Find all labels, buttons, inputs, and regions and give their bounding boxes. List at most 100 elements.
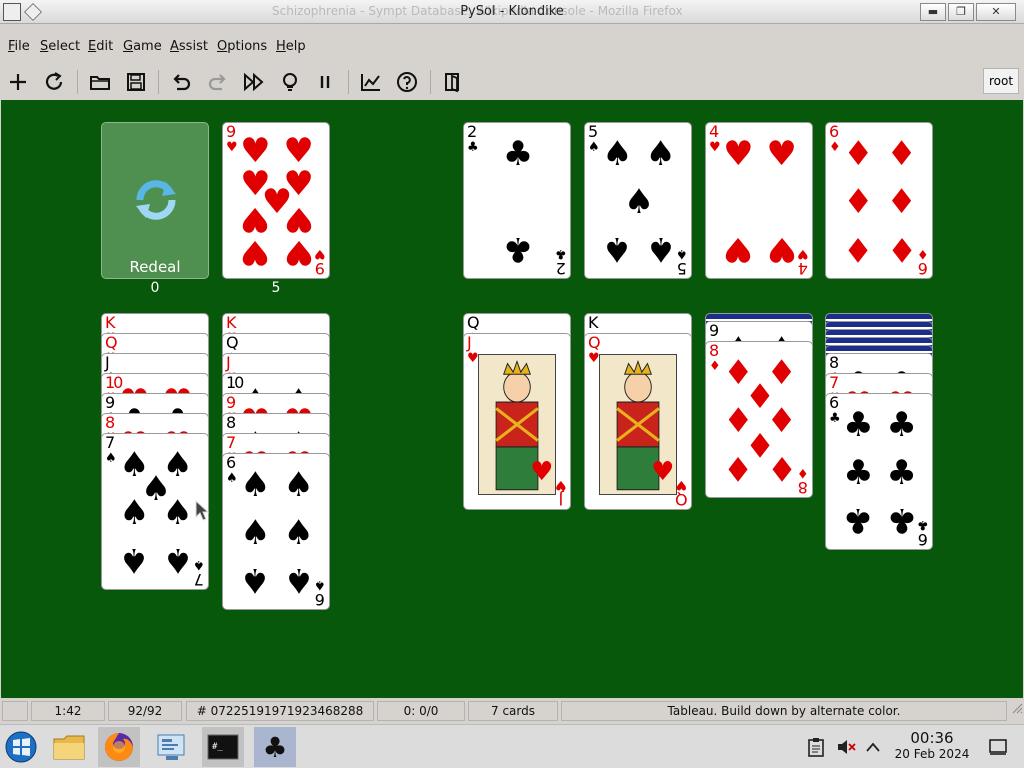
stock-redeal[interactable]: Redeal <box>101 122 209 279</box>
toolbar-separator <box>348 70 349 94</box>
control-panel-icon[interactable] <box>151 727 193 767</box>
menu-game[interactable]: Game <box>123 39 162 54</box>
waste-count: 5 <box>271 280 281 296</box>
tableau-card[interactable]: J♥♥J♥ <box>463 333 571 510</box>
tableau-card[interactable]: Q♥♥Q♥ <box>584 333 692 510</box>
status-moves: 92/92 <box>108 701 182 721</box>
pause-icon[interactable] <box>311 68 339 96</box>
terminal-icon[interactable]: #_ <box>202 727 244 767</box>
card-pip-icon: ♠ <box>162 539 193 580</box>
hint-icon[interactable] <box>276 68 304 96</box>
card-corner-bottom: 6 ♦ <box>917 246 929 278</box>
card-pip-icon: ♦ <box>886 134 917 175</box>
statistics-icon[interactable] <box>357 68 385 96</box>
card-pip-icon: ♣ <box>843 405 874 446</box>
card-corner-bottom: 8 ♦ <box>797 465 809 497</box>
card-rank: K <box>588 313 599 332</box>
player-name-button[interactable]: root <box>983 68 1019 94</box>
card-corner-bottom: 2 ♣ <box>555 246 567 278</box>
restart-icon[interactable] <box>40 68 68 96</box>
card-rank: 7 <box>105 433 116 452</box>
card-rank: 8 <box>829 353 840 372</box>
tableau-card[interactable]: 7 ♠ ♠ ♠ ♠ ♠ ♠ ♠ ♠ 7 ♠ <box>101 433 209 590</box>
foundation-card[interactable]: 2 ♣ ♣ ♣ 2 ♣ <box>463 122 571 279</box>
pysol-icon[interactable]: ♣ <box>254 727 296 767</box>
card-pip-icon: ♠ <box>240 512 271 553</box>
window-titlebar[interactable]: Schizophrenia - Sympt Database, Wikipedi… <box>0 0 1024 24</box>
quit-icon[interactable] <box>439 68 467 96</box>
taskbar-clock[interactable]: 00:36 20 Feb 2024 <box>888 729 976 761</box>
card-pip-icon: ♦ <box>766 447 797 488</box>
redo-icon[interactable] <box>204 68 232 96</box>
minimize-button[interactable]: ▬ <box>920 3 946 21</box>
toolbar-separator <box>430 70 431 94</box>
card-rank: 4 <box>709 122 720 141</box>
tableau-card[interactable]: 6 ♠ ♠ ♠ ♠ ♠ ♠ ♠ 6 ♠ <box>222 453 330 610</box>
tableau-card[interactable]: 8 ♦ ♦ ♦ ♦ ♦ ♦ ♦ ♦ ♦ 8 ♦ <box>705 341 813 498</box>
menu-select[interactable]: Select <box>40 39 80 54</box>
card-pip-icon: ♥ <box>283 131 314 172</box>
card-pip-icon: ♥ <box>530 457 554 488</box>
rules-icon[interactable] <box>393 68 421 96</box>
card-rank: 6 <box>226 453 237 472</box>
card-suit-icon: ♥ <box>226 140 238 155</box>
card-rank: 8 <box>105 413 116 432</box>
card-pip-icon: ♦ <box>843 228 874 269</box>
card-pip-icon: ♠ <box>602 228 633 269</box>
card-suit-icon: ♠ <box>588 140 600 155</box>
card-rank: Q <box>588 333 601 352</box>
card-suit-icon: ♣ <box>829 411 841 426</box>
status-time: 1:42 <box>31 701 105 721</box>
card-pip-icon: ♠ <box>240 465 271 506</box>
card-pip-icon: ♠ <box>162 492 193 533</box>
foundation-card[interactable]: 5 ♠ ♠ ♠ ♠ ♠ ♠ 5 ♠ <box>584 122 692 279</box>
menu-options[interactable]: Options <box>217 39 267 54</box>
card-rank: 9 <box>709 321 720 340</box>
card-rank: J <box>467 333 472 352</box>
close-button[interactable]: ✕ <box>976 3 1016 21</box>
card-suit-icon: ♣ <box>467 140 479 155</box>
card-rank: Q <box>226 333 239 352</box>
card-corner-bottom: 5 ♠ <box>676 246 688 278</box>
waste-top-card[interactable]: 9 ♥ ♥ ♥ ♥ ♥ ♥ ♥ ♥ ♥ ♥ 9 ♥ <box>222 122 330 279</box>
toolbar-separator <box>77 70 78 94</box>
autodrop-icon[interactable] <box>240 68 268 96</box>
maximize-button[interactable]: ❐ <box>948 3 974 21</box>
card-pip-icon: ♠ <box>645 228 676 269</box>
file-manager-icon[interactable] <box>48 727 90 767</box>
card-pip-icon: ♦ <box>723 447 754 488</box>
card-rank: 9 <box>105 393 116 412</box>
menu-bar: File Select Edit Game Assist Options Hel… <box>0 34 1024 60</box>
card-pip-icon: ♥ <box>766 134 797 175</box>
card-rank: 8 <box>226 413 237 432</box>
menu-help[interactable]: Help <box>276 39 306 54</box>
card-corner-bottom: 9♥ <box>314 246 326 278</box>
status-cards: 7 cards <box>468 701 558 721</box>
card-suit-icon: ♥ <box>709 140 721 155</box>
foundation-card[interactable]: 4 ♥ ♥ ♥ ♥ ♥ 4 ♥ <box>705 122 813 279</box>
card-rank: Q <box>467 313 480 332</box>
show-desktop-icon[interactable] <box>978 727 1018 767</box>
save-icon[interactable] <box>122 68 150 96</box>
svg-text:♣: ♣ <box>262 732 287 762</box>
new-game-icon[interactable] <box>4 68 32 96</box>
tray-expand-icon[interactable] <box>853 727 893 767</box>
menu-file[interactable]: File <box>8 39 30 54</box>
card-rank: J <box>105 353 110 372</box>
open-icon[interactable] <box>86 68 114 96</box>
tableau-card[interactable]: 6 ♣ ♣ ♣ ♣ ♣ ♣ ♣ 6 ♣ <box>825 393 933 550</box>
window-title: PySol - Klondike <box>460 4 564 19</box>
resize-grip-icon[interactable] <box>1010 701 1024 721</box>
card-suit-icon: ♥ <box>588 351 600 366</box>
card-rank: 9 <box>226 122 237 141</box>
foundation-card[interactable]: 6 ♦ ♦ ♦ ♦ ♦ ♦ ♦ 6 ♦ <box>825 122 933 279</box>
menu-edit[interactable]: Edit <box>88 39 113 54</box>
card-corner-bottom: Q♥ <box>675 477 688 509</box>
menu-assist[interactable]: Assist <box>170 39 208 54</box>
undo-icon[interactable] <box>167 68 195 96</box>
start-orb-icon[interactable] <box>0 727 42 767</box>
redeal-icon <box>136 180 176 220</box>
card-pip-icon: ♠ <box>283 465 314 506</box>
card-suit-icon: ♠ <box>105 451 117 466</box>
firefox-icon[interactable] <box>98 727 140 767</box>
